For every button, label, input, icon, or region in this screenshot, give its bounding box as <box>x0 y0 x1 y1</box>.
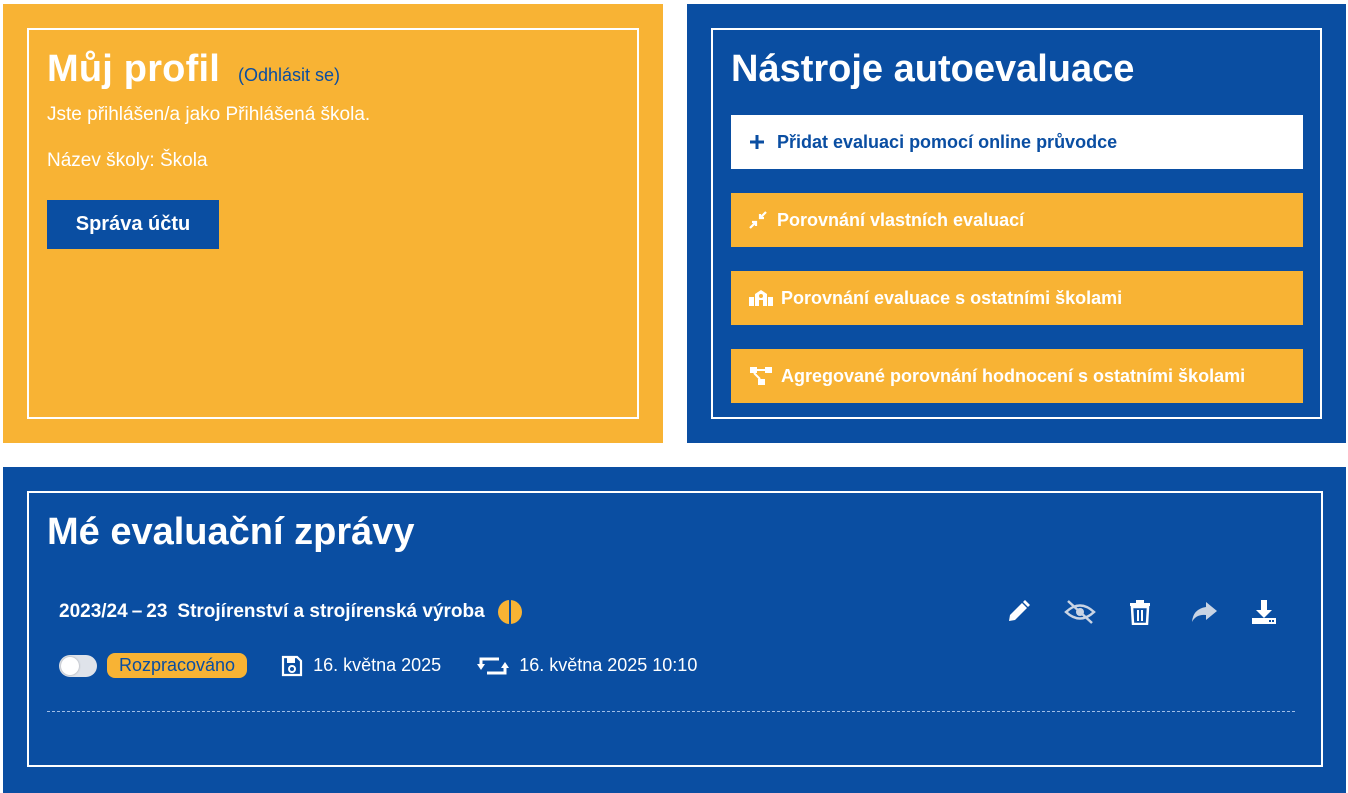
retweet-icon <box>477 655 519 677</box>
logout-link[interactable]: (Odhlásit se) <box>238 65 340 86</box>
profile-title: Můj profil <box>47 48 220 90</box>
network-icon <box>749 366 777 386</box>
half-circle-icon <box>497 599 523 625</box>
compare-own-evaluations-button[interactable]: Porovnání vlastních evaluací <box>731 193 1303 247</box>
compare-with-schools-button[interactable]: Porovnání evaluace s ostatními školami <box>731 271 1303 325</box>
eye-slash-icon[interactable] <box>1063 595 1097 629</box>
profile-panel: Můj profil (Odhlásit se) Jste přihlášen/… <box>3 4 663 443</box>
trash-icon[interactable] <box>1123 595 1157 629</box>
logged-in-as-text: Jste přihlášen/a jako Přihlášená škola. <box>47 104 371 125</box>
school-icon <box>749 289 777 307</box>
report-year: 2023/24 <box>59 601 128 622</box>
reports-title: Mé evaluační zprávy <box>47 511 415 553</box>
tools-panel: Nástroje autoevaluace Přidat evaluaci po… <box>687 4 1346 443</box>
compare-with-schools-label: Porovnání evaluace s ostatními školami <box>781 287 1123 308</box>
pencil-icon[interactable] <box>1001 595 1035 629</box>
report-code: 23 <box>146 601 168 622</box>
compress-arrows-icon <box>749 211 777 229</box>
report-divider <box>47 711 1295 712</box>
visibility-toggle[interactable] <box>59 654 97 677</box>
add-evaluation-label: Přidat evaluaci pomocí online průvodce <box>777 131 1118 152</box>
share-icon[interactable] <box>1187 595 1221 629</box>
report-actions <box>999 595 1299 629</box>
report-meta-row: Rozpracováno 16. května 2025 16. května … <box>59 653 733 678</box>
reports-panel-frame: Mé evaluační zprávy 2023/24 – 23 Strojír… <box>27 491 1323 767</box>
updated-date-text: 16. května 2025 10:10 <box>519 655 698 675</box>
report-name: Strojírenství a strojírenská výroba <box>177 601 485 622</box>
saved-date-text: 16. května 2025 <box>313 655 442 675</box>
compare-own-evaluations-label: Porovnání vlastních evaluací <box>777 209 1025 230</box>
report-title-row: 2023/24 – 23 Strojírenství a strojírensk… <box>59 599 523 625</box>
add-evaluation-button[interactable]: Přidat evaluaci pomocí online průvodce <box>731 115 1303 169</box>
status-badge: Rozpracováno <box>107 653 248 678</box>
tools-panel-frame: Nástroje autoevaluace Přidat evaluaci po… <box>711 28 1322 419</box>
profile-panel-frame: Můj profil (Odhlásit se) Jste přihlášen/… <box>27 28 639 419</box>
updated-date: 16. května 2025 10:10 <box>477 655 697 677</box>
school-name-text: Název školy: Škola <box>47 150 208 171</box>
aggregated-comparison-label: Agregované porovnání hodnocení s ostatní… <box>781 365 1246 386</box>
download-icon[interactable] <box>1247 595 1281 629</box>
account-management-button[interactable]: Správa účtu <box>47 200 219 249</box>
tools-title: Nástroje autoevaluace <box>731 48 1135 90</box>
report-separator: – <box>131 601 143 622</box>
plus-icon <box>749 134 777 150</box>
reports-panel: Mé evaluační zprávy 2023/24 – 23 Strojír… <box>3 467 1346 793</box>
aggregated-comparison-button[interactable]: Agregované porovnání hodnocení s ostatní… <box>731 349 1303 403</box>
saved-date: 16. května 2025 <box>281 655 441 677</box>
floppy-disk-icon <box>281 655 313 677</box>
